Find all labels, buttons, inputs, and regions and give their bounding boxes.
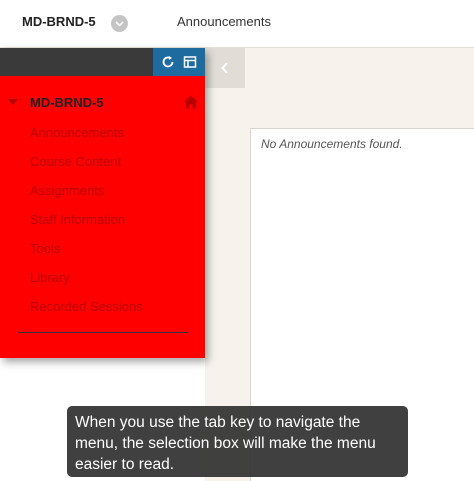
breadcrumb-current-page: Announcements [177,14,271,29]
refresh-button[interactable] [159,53,177,71]
menu-item-tools[interactable]: Tools [0,239,205,268]
course-menu-header [0,48,205,76]
empty-announcements-message: No Announcements found. [261,137,403,151]
menu-item-staff-information[interactable]: Staff Information [0,210,205,239]
course-menu-title-row[interactable]: MD-BRND-5 [0,94,205,114]
menu-divider [18,332,188,333]
course-menu-tools [153,48,205,76]
course-menu: MD-BRND-5 Announcements Course Content A… [0,48,205,358]
chevron-left-icon [221,62,228,74]
menu-item-announcements[interactable]: Announcements [0,123,205,152]
chevron-down-icon[interactable] [111,15,128,32]
menu-item-recorded-sessions[interactable]: Recorded Sessions [0,297,205,326]
breadcrumb-bar: MD-BRND-5 Announcements [0,0,474,48]
menu-item-library[interactable]: Library [0,268,205,297]
tutorial-caption: When you use the tab key to navigate the… [67,406,408,477]
home-icon[interactable] [183,94,199,110]
course-menu-body: MD-BRND-5 Announcements Course Content A… [0,76,205,358]
menu-item-course-content[interactable]: Course Content [0,152,205,181]
caret-down-icon[interactable] [8,99,18,105]
breadcrumb-course-id[interactable]: MD-BRND-5 [22,14,96,29]
display-toggle-icon [183,56,197,68]
refresh-icon [162,56,174,68]
course-menu-title[interactable]: MD-BRND-5 [30,95,104,110]
collapse-menu-button[interactable] [205,48,245,88]
menu-item-assignments[interactable]: Assignments [0,181,205,210]
display-toggle-button[interactable] [181,53,199,71]
course-menu-list: Announcements Course Content Assignments… [0,123,205,326]
